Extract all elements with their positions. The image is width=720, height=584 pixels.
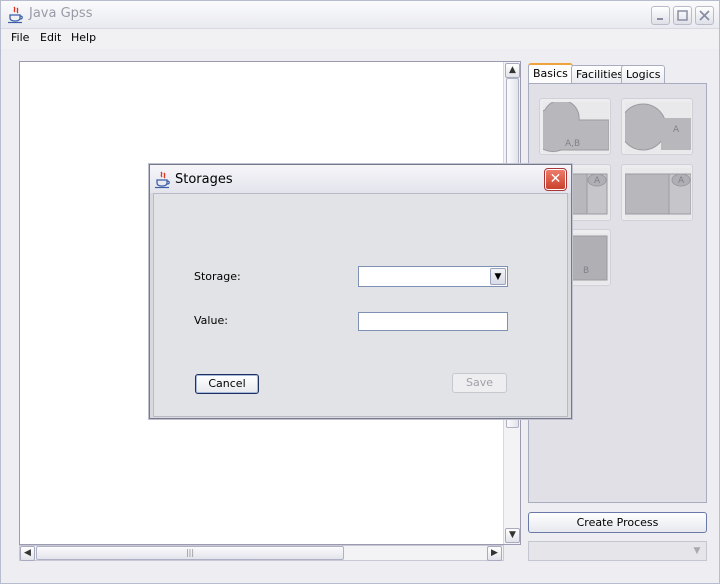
dialog-title: Storages xyxy=(175,172,233,187)
title-bar: Java Gpss xyxy=(1,1,719,29)
menu-help[interactable]: Help xyxy=(69,31,98,44)
minimize-icon xyxy=(657,18,663,20)
dialog-close-button[interactable]: ✕ xyxy=(544,168,567,191)
process-select[interactable]: ▼ xyxy=(528,541,707,561)
menu-edit[interactable]: Edit xyxy=(38,31,63,44)
window-title: Java Gpss xyxy=(29,6,93,21)
storage-select[interactable]: ▼ xyxy=(358,266,508,287)
scroll-left-button[interactable]: ◀ xyxy=(20,546,35,561)
scroll-grip: ||| xyxy=(185,548,195,557)
scroll-up-button[interactable]: ▲ xyxy=(505,63,520,78)
palette-block-tile[interactable]: A,B xyxy=(539,98,611,155)
tile-label: A xyxy=(673,125,680,135)
tile-label: B xyxy=(583,266,589,276)
scroll-right-button[interactable]: ▶ xyxy=(487,546,502,561)
palette-block-tile[interactable]: A xyxy=(621,98,693,155)
menu-bar: File Edit Help xyxy=(1,29,719,49)
block-shape-icon: A xyxy=(625,102,691,153)
horizontal-scroll-thumb[interactable]: ||| xyxy=(36,546,344,560)
dialog-body: Storage: ▼ Value: Cancel Save xyxy=(153,193,568,417)
chevron-left-icon: ◀ xyxy=(24,548,31,558)
maximize-icon xyxy=(677,10,688,21)
chevron-down-icon: ▼ xyxy=(693,546,701,556)
block-shape-icon: A,B xyxy=(543,102,609,153)
maximize-button[interactable] xyxy=(673,6,692,25)
save-button[interactable]: Save xyxy=(452,373,507,393)
chevron-down-icon: ▼ xyxy=(494,272,502,282)
close-icon xyxy=(699,10,710,21)
tab-facilities[interactable]: Facilities xyxy=(571,65,629,83)
java-cup-icon xyxy=(155,171,170,189)
storage-label: Storage: xyxy=(194,270,241,283)
chevron-up-icon: ▲ xyxy=(509,65,516,75)
palette-block-tile[interactable]: A xyxy=(621,164,693,221)
storages-dialog: Storages ✕ Storage: ▼ Value: Cancel Save xyxy=(149,164,572,419)
tile-label: A xyxy=(594,176,601,186)
close-window-button[interactable] xyxy=(695,6,714,25)
tab-logics[interactable]: Logics xyxy=(621,65,666,83)
create-process-button[interactable]: Create Process xyxy=(528,512,707,533)
block-shape-icon: A xyxy=(625,168,691,219)
tile-label: A,B xyxy=(565,139,580,149)
menu-file[interactable]: File xyxy=(9,31,31,44)
tile-label: A xyxy=(678,176,685,186)
tab-basics[interactable]: Basics xyxy=(528,63,573,83)
minimize-button[interactable] xyxy=(651,6,670,25)
java-cup-icon xyxy=(8,6,23,24)
value-field[interactable] xyxy=(358,312,508,331)
dialog-title-bar[interactable]: Storages ✕ xyxy=(150,165,571,193)
value-label: Value: xyxy=(194,314,228,327)
storage-select-dropdown-button[interactable]: ▼ xyxy=(490,268,506,285)
palette-tabs: Basics Facilities Logics xyxy=(528,63,708,83)
chevron-down-icon: ▼ xyxy=(509,530,516,540)
scroll-down-button[interactable]: ▼ xyxy=(505,528,520,543)
cancel-button[interactable]: Cancel xyxy=(195,374,259,394)
horizontal-scrollbar[interactable]: ◀ ||| ▶ xyxy=(19,545,504,561)
chevron-right-icon: ▶ xyxy=(491,548,498,558)
close-icon: ✕ xyxy=(549,171,562,187)
